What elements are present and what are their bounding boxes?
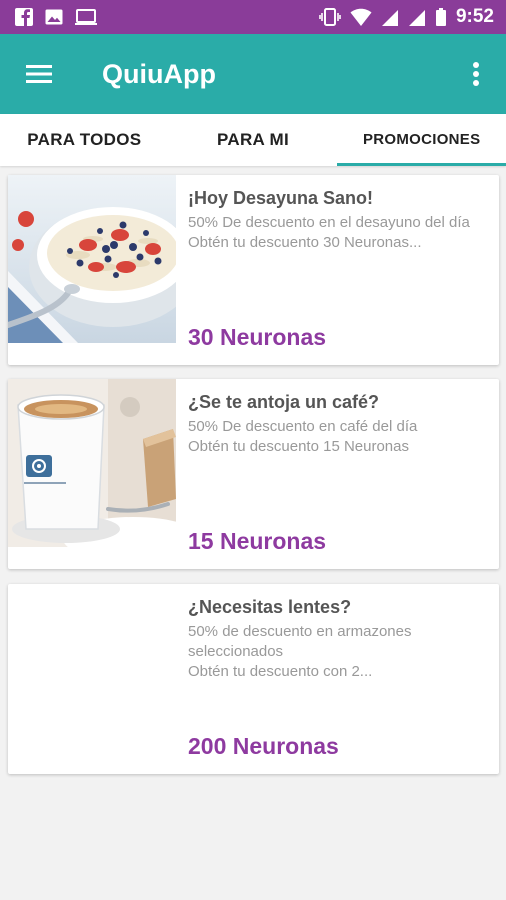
tab-para-mi[interactable]: PARA MI [169,114,338,166]
app-bar: QuiuApp [0,34,506,114]
promo-points: 15 Neuronas [188,528,327,554]
facebook-icon [15,8,33,26]
breakfast-bowl-image [8,175,176,343]
card-body: ¿Necesitas lentes? 50% de descuento en a… [188,596,481,682]
clock-time: 9:52 [455,6,494,27]
more-vert-icon[interactable] [466,58,486,90]
promo-title: ¡Hoy Desayuna Sano! [188,188,374,208]
coffee-cup-image [8,379,176,547]
promo-image-placeholder [8,584,176,752]
promo-card-cafe[interactable]: ¿Se te antoja un café? 50% De descuento … [8,379,499,569]
promo-description: 50% De descuento en café del día Obtén t… [188,418,418,455]
image-icon [45,9,63,25]
app-title: QuiuApp [102,59,216,89]
vibrate-icon [319,8,341,26]
tab-bar: PARA TODOS PARA MI PROMOCIONES [0,114,506,166]
card-body: ¿Se te antoja un café? 50% De descuento … [188,391,481,457]
promo-title: ¿Se te antoja un café? [188,392,380,412]
signal-icon [381,10,398,26]
promo-description: 50% de descuento en armazones selecciona… [188,623,412,680]
signal-icon [408,10,425,26]
laptop-icon [75,9,97,25]
status-bar: 9:52 [0,0,506,34]
wifi-icon [350,8,372,26]
promo-points: 30 Neuronas [188,324,327,350]
tab-para-todos[interactable]: PARA TODOS [0,114,169,166]
promo-points: 200 Neuronas [188,733,339,759]
promo-card-lentes[interactable]: ¿Necesitas lentes? 50% de descuento en a… [8,584,499,774]
tab-promociones[interactable]: PROMOCIONES [337,114,506,166]
card-body: ¡Hoy Desayuna Sano! 50% De descuento en … [188,187,481,253]
promo-title: ¿Necesitas lentes? [188,597,352,617]
promo-card-desayuno[interactable]: ¡Hoy Desayuna Sano! 50% De descuento en … [8,175,499,365]
hamburger-menu-icon[interactable] [22,60,56,88]
promo-description: 50% De descuento en el desayuno del día … [188,214,470,251]
battery-icon [435,8,446,26]
